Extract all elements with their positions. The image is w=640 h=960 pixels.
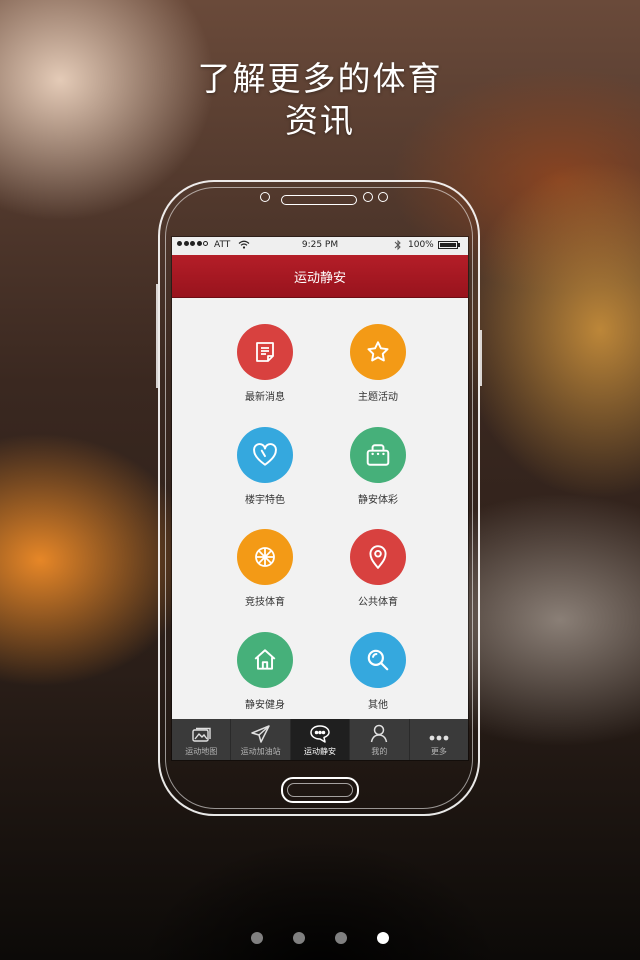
tab-sports-jingan[interactable]: 运动静安 — [290, 719, 351, 760]
tab-label: 运动加油站 — [240, 747, 281, 756]
more-icon — [410, 719, 468, 743]
grid-item-public-sports[interactable]: 公共体育 — [322, 529, 434, 608]
bluetooth-icon — [394, 239, 402, 254]
home-button[interactable] — [281, 777, 359, 803]
tab-sports-station[interactable]: 运动加油站 — [231, 719, 291, 760]
grid-item-sports-lottery[interactable]: 静安体彩 — [322, 427, 434, 506]
grid-item-fitness[interactable]: 静安健身 — [209, 632, 321, 711]
headline-line1: 了解更多的体育 — [197, 59, 443, 98]
tab-bar: 运动地图 运动加油站 运动静安 我的 更多 — [172, 719, 468, 760]
page-dot[interactable] — [251, 932, 263, 944]
user-icon — [350, 719, 408, 743]
page-dot[interactable] — [293, 932, 305, 944]
search-icon — [350, 632, 406, 688]
tab-label: 运动地图 — [185, 747, 218, 756]
map-icon — [172, 719, 230, 743]
volume-button — [156, 284, 158, 388]
grid-label: 静安健身 — [245, 700, 285, 711]
camera-icon — [363, 192, 373, 202]
tab-more[interactable]: 更多 — [410, 719, 468, 760]
chat-icon — [291, 719, 349, 743]
grid-label: 公共体育 — [358, 597, 398, 608]
grid-item-latest-news[interactable]: 最新消息 — [209, 324, 321, 403]
news-icon — [237, 324, 293, 380]
nav-title: 运动静安 — [293, 271, 346, 286]
grid-item-competitive-sports[interactable]: 竞技体育 — [209, 529, 321, 608]
page-indicator — [0, 932, 640, 944]
basketball-icon — [237, 529, 293, 585]
sensor-icon — [260, 192, 270, 202]
headline-line2: 资讯 — [285, 101, 355, 140]
home-button-inner — [287, 783, 353, 797]
app-screen: ATT 9:25 PM 100% 运动静安 最新消息 主题活动 楼宇特色 静安体… — [172, 237, 468, 760]
tab-sports-map[interactable]: 运动地图 — [172, 719, 232, 760]
nav-bar: 运动静安 — [172, 255, 468, 298]
lottery-bag-icon — [350, 427, 406, 483]
star-icon — [350, 324, 406, 380]
grid-label: 竞技体育 — [245, 597, 285, 608]
grid-label: 楼宇特色 — [245, 495, 285, 506]
tab-label: 我的 — [371, 747, 388, 756]
grid-item-building-features[interactable]: 楼宇特色 — [209, 427, 321, 506]
speaker-grille — [281, 195, 357, 205]
camera-icon — [378, 192, 388, 202]
grid-item-themed-events[interactable]: 主题活动 — [322, 324, 434, 403]
send-icon — [231, 719, 289, 743]
headline: 了解更多的体育 资讯 — [0, 58, 640, 142]
battery-icon — [438, 241, 458, 249]
battery-tip — [458, 243, 460, 247]
home-icon — [237, 632, 293, 688]
page-dot-active[interactable] — [377, 932, 389, 944]
battery-percent: 100% — [408, 240, 434, 250]
grid-item-other[interactable]: 其他 — [322, 632, 434, 711]
tab-mine[interactable]: 我的 — [350, 719, 410, 760]
grid-label: 主题活动 — [358, 392, 398, 403]
location-pin-icon — [350, 529, 406, 585]
heart-icon — [237, 427, 293, 483]
grid-label: 静安体彩 — [358, 495, 398, 506]
power-button — [480, 330, 482, 386]
page-dot[interactable] — [335, 932, 347, 944]
tab-label: 更多 — [430, 747, 447, 756]
grid-label: 其他 — [368, 700, 388, 711]
tab-label: 运动静安 — [304, 747, 337, 756]
status-bar: ATT 9:25 PM 100% — [172, 237, 468, 255]
grid-label: 最新消息 — [245, 392, 285, 403]
